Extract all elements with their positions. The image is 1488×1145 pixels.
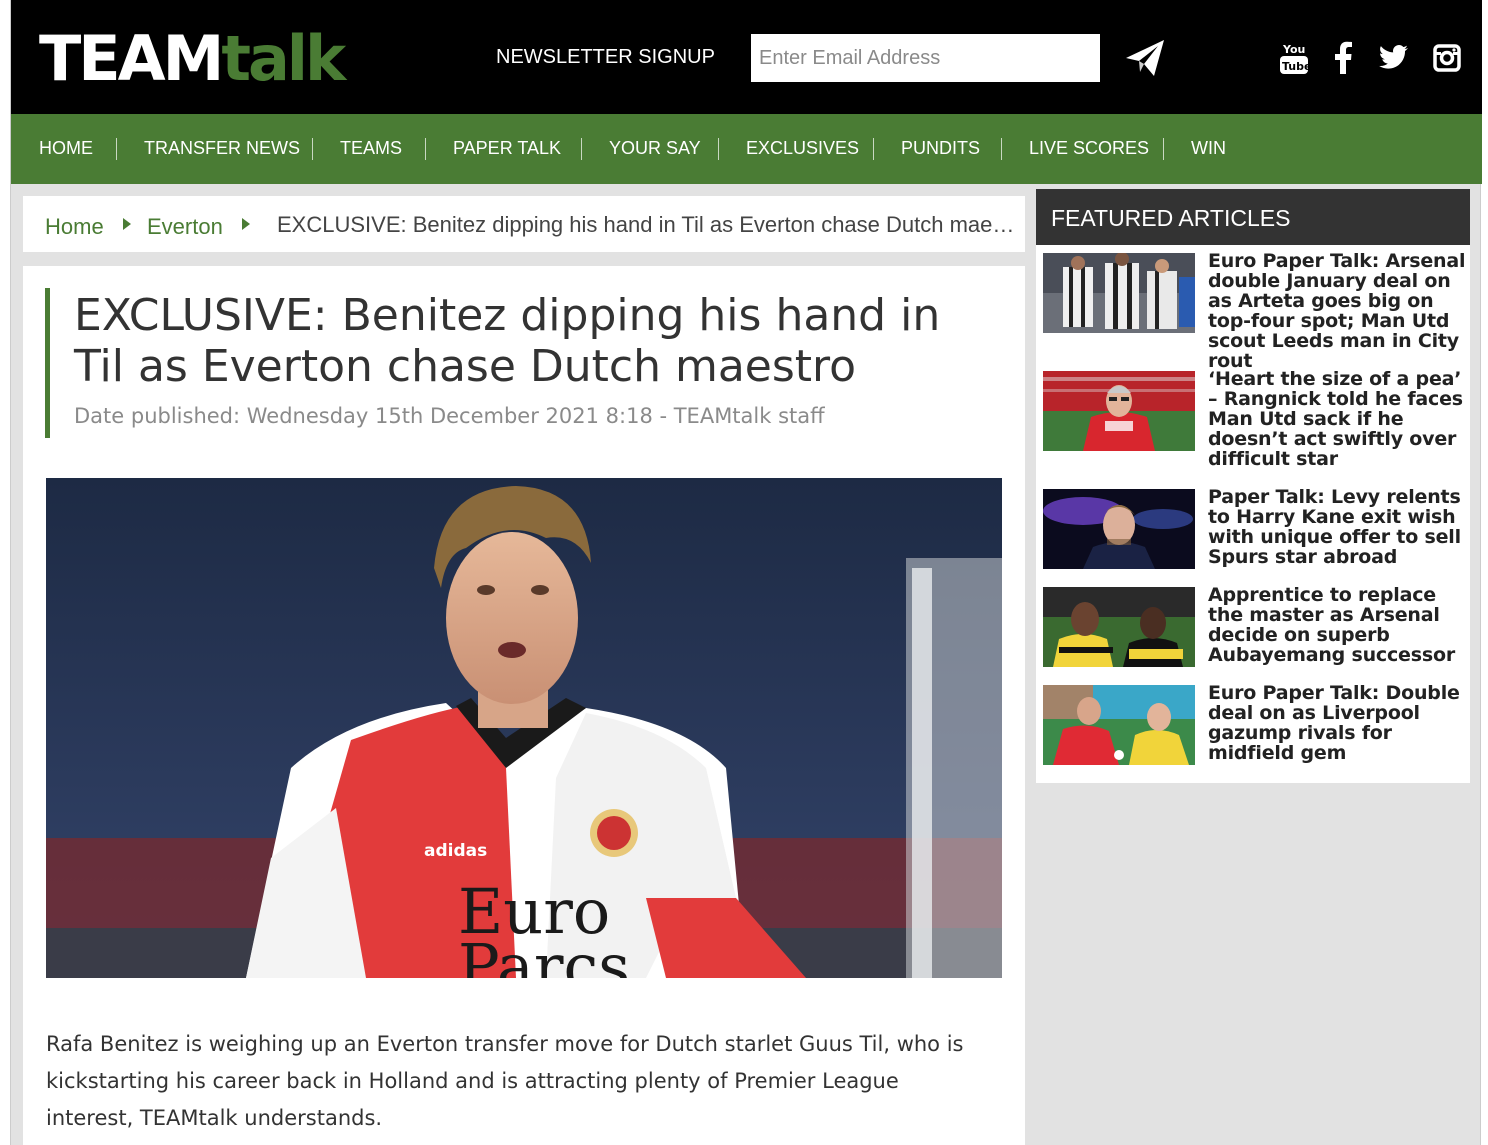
nav-transfer-news[interactable]: TRANSFER NEWS — [144, 138, 300, 159]
youtube-icon[interactable]: You Tube — [1279, 40, 1309, 76]
nav-paper-talk[interactable]: PAPER TALK — [453, 138, 561, 159]
featured-article-title[interactable]: Euro Paper Talk: Double deal on as Liver… — [1208, 683, 1472, 763]
article-title: EXCLUSIVE: Benitez dipping his hand in T… — [74, 290, 941, 392]
teamtalk-logo[interactable]: TEAMtalk — [39, 22, 346, 95]
nav-divider — [116, 138, 117, 160]
facebook-icon[interactable] — [1333, 40, 1353, 76]
page: TEAMtalk NEWSLETTER SIGNUP You Tube HOME — [10, 0, 1482, 1145]
site-header: TEAMtalk NEWSLETTER SIGNUP You Tube — [11, 0, 1482, 114]
breadcrumb: Home Everton EXCLUSIVE: Benitez dipping … — [23, 196, 1025, 252]
twitter-icon[interactable] — [1377, 40, 1409, 76]
featured-article-thumbnail[interactable] — [1043, 587, 1195, 667]
article-date: Date published: Wednesday 15th December … — [74, 404, 825, 428]
nav-your-say[interactable]: YOUR SAY — [609, 138, 701, 159]
nav-teams[interactable]: TEAMS — [340, 138, 402, 159]
featured-article[interactable]: Euro Paper Talk: Double deal on as Liver… — [1043, 683, 1472, 777]
article-body: Rafa Benitez is weighing up an Everton t… — [46, 1032, 964, 1130]
featured-article-thumbnail[interactable] — [1043, 371, 1195, 451]
featured-article-title[interactable]: Paper Talk: Levy relents to Harry Kane e… — [1208, 487, 1472, 567]
svg-text:You: You — [1282, 43, 1305, 56]
newsletter-label: NEWSLETTER SIGNUP — [496, 46, 715, 68]
featured-article-thumbnail[interactable] — [1043, 685, 1195, 765]
featured-article[interactable]: Euro Paper Talk: Arsenal double January … — [1043, 251, 1470, 371]
breadcrumb-home[interactable]: Home — [45, 214, 104, 240]
nav-divider — [1001, 138, 1002, 160]
newsletter-email-input[interactable] — [751, 34, 1100, 82]
nav-divider — [718, 138, 719, 160]
featured-article[interactable]: Apprentice to replace the master as Arse… — [1043, 585, 1472, 679]
nav-divider — [873, 138, 874, 160]
instagram-icon[interactable] — [1433, 40, 1461, 76]
nav-divider — [425, 138, 426, 160]
nav-pundits[interactable]: PUNDITS — [901, 138, 980, 159]
article: EXCLUSIVE: Benitez dipping his hand in T… — [23, 266, 1025, 1145]
featured-articles-heading: FEATURED ARTICLES — [1036, 189, 1470, 245]
nav-win[interactable]: WIN — [1191, 138, 1226, 159]
hero-shirt-text-2: Parcs — [458, 930, 630, 978]
nav-divider — [312, 138, 313, 160]
featured-article-thumbnail[interactable] — [1043, 253, 1195, 333]
article-header: EXCLUSIVE: Benitez dipping his hand in T… — [45, 288, 985, 438]
nav-exclusives[interactable]: EXCLUSIVES — [746, 138, 859, 159]
featured-article-title[interactable]: Euro Paper Talk: Arsenal double January … — [1208, 251, 1472, 371]
breadcrumb-arrow-icon — [242, 218, 250, 230]
featured-article[interactable]: ‘Heart the size of a pea’ – Rangnick tol… — [1043, 369, 1470, 469]
main-nav: HOME TRANSFER NEWS TEAMS PAPER TALK YOUR… — [11, 114, 1482, 184]
nav-home[interactable]: HOME — [39, 138, 93, 159]
featured-article-title[interactable]: ‘Heart the size of a pea’ – Rangnick tol… — [1208, 369, 1472, 469]
nav-live-scores[interactable]: LIVE SCORES — [1029, 138, 1149, 159]
logo-team: TEAM — [39, 22, 224, 95]
featured-articles: FEATURED ARTICLES Euro Paper Talk: Arsen… — [1036, 189, 1470, 783]
featured-article[interactable]: Paper Talk: Levy relents to Harry Kane e… — [1043, 487, 1472, 581]
nav-divider — [1163, 138, 1164, 160]
nav-divider — [581, 138, 582, 160]
breadcrumb-everton[interactable]: Everton — [147, 214, 223, 240]
article-hero-image: adidas Euro Parcs — [46, 478, 1002, 978]
breadcrumb-current: EXCLUSIVE: Benitez dipping his hand in T… — [277, 212, 1021, 237]
logo-talk: talk — [221, 22, 346, 95]
breadcrumb-arrow-icon — [123, 218, 131, 230]
featured-article-thumbnail[interactable] — [1043, 489, 1195, 569]
svg-text:Tube: Tube — [1282, 60, 1309, 73]
hero-brand-text: adidas — [424, 841, 487, 861]
send-icon[interactable] — [1124, 38, 1166, 78]
featured-article-title[interactable]: Apprentice to replace the master as Arse… — [1208, 585, 1472, 665]
